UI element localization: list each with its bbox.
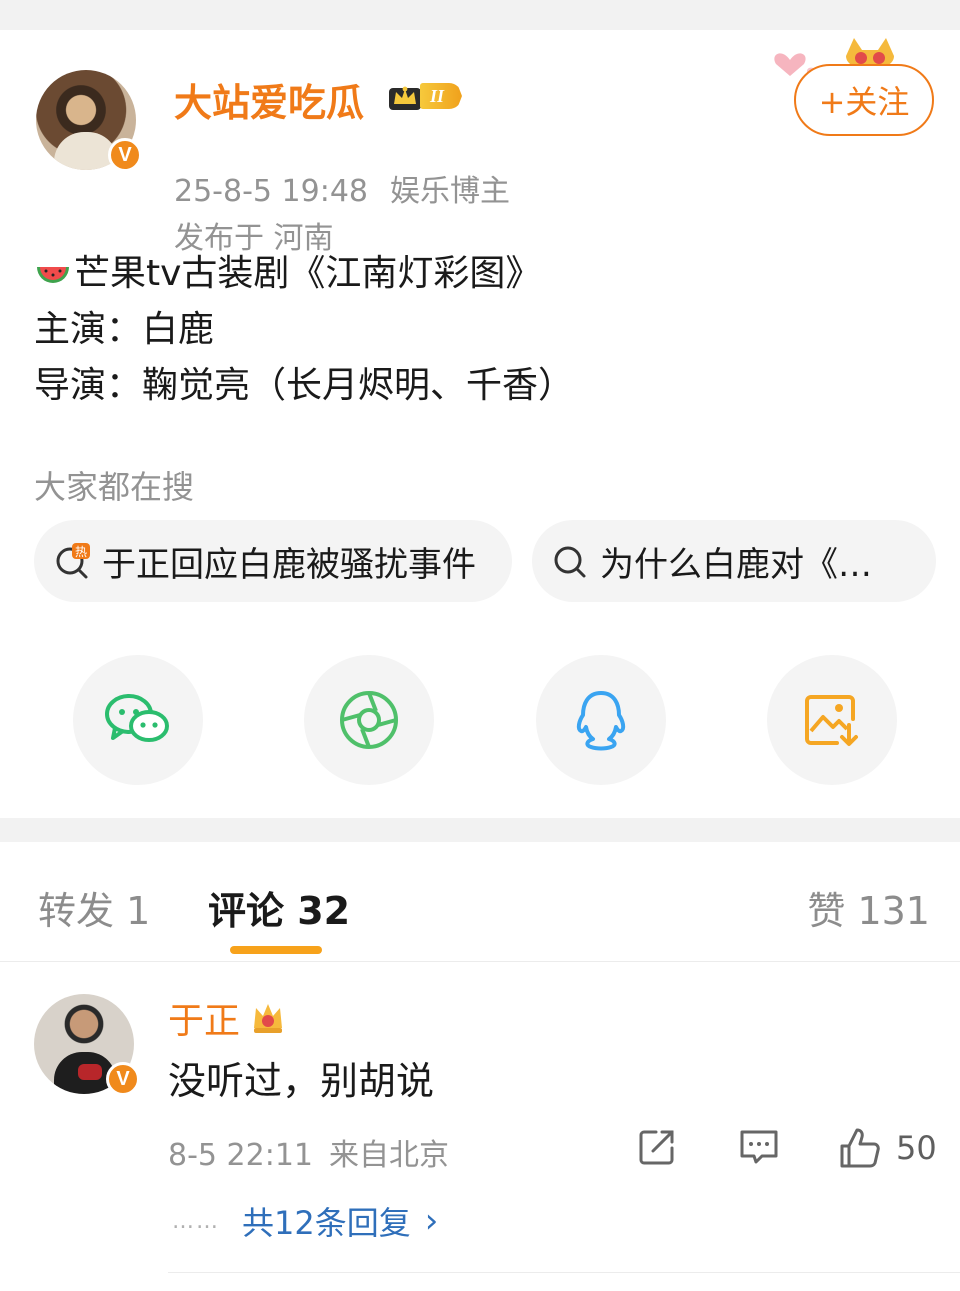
- post-card: V 大站爱吃瓜 II 25-8-5 19:48娱乐博主 发布于 河南 +关注: [0, 30, 960, 820]
- post-line-2: 主演：白鹿: [34, 309, 215, 350]
- save-image-button[interactable]: [767, 655, 897, 785]
- chip-label-2: 为什么白鹿对《…: [600, 544, 872, 585]
- follow-button[interactable]: +关注: [794, 64, 934, 136]
- tab-comment[interactable]: 评论 32: [208, 880, 350, 935]
- wechat-icon: [105, 694, 169, 742]
- trending-search-chip-1[interactable]: 热 于正回应白鹿被骚扰事件: [34, 520, 512, 602]
- share-row: [0, 655, 960, 785]
- search-icon: [554, 546, 586, 578]
- member-level-badge[interactable]: II: [386, 78, 463, 114]
- commenter-name-row: 于正: [168, 992, 288, 1044]
- author-avatar[interactable]: V: [36, 70, 142, 174]
- view-replies-link[interactable]: …… 共12条回复 ›: [172, 1198, 438, 1244]
- save-image-icon: [805, 695, 858, 746]
- chevron-right-icon: ›: [424, 1201, 439, 1241]
- chip-label-1: 于正回应白鹿被骚扰事件: [102, 544, 476, 585]
- tab-like[interactable]: 赞 131: [807, 880, 930, 935]
- post-meta: 25-8-5 19:48 娱乐博主: [174, 166, 532, 210]
- comment-item: V 于正 没听过，别胡说 8-5 22:11 来自北京 50 …… 共12条回复…: [0, 962, 960, 1291]
- commenter-name[interactable]: 于正: [168, 992, 240, 1044]
- verified-badge-icon: V: [108, 138, 142, 172]
- comment-reply-button[interactable]: [738, 1126, 780, 1168]
- replies-dots: ……: [172, 1208, 220, 1234]
- share-wechat-button[interactable]: [73, 655, 203, 785]
- post-text-1: 芒果tv古装剧《江南灯彩图》: [74, 253, 542, 294]
- hot-search-icon: 热: [56, 543, 90, 579]
- level-label: II: [420, 83, 463, 109]
- watermelon-icon: [37, 267, 69, 283]
- section-divider: [0, 818, 960, 842]
- comment-separator: [168, 1272, 960, 1273]
- moments-icon: [340, 691, 398, 749]
- post-line-1: 芒果tv古装剧《江南灯彩图》: [34, 246, 574, 302]
- active-tab-indicator: [230, 946, 322, 954]
- crown-icon: [389, 86, 421, 110]
- author-name[interactable]: 大站爱吃瓜: [174, 72, 364, 127]
- comment-like-count: 50: [896, 1129, 937, 1167]
- svg-text:热: 热: [75, 545, 87, 559]
- top-gap: [0, 0, 960, 30]
- comment-from: 来自北京: [329, 1138, 449, 1173]
- share-qq-button[interactable]: [536, 655, 666, 785]
- post-timestamp: 25-8-5 19:48: [174, 174, 368, 209]
- comment-repost-button[interactable]: [636, 1126, 678, 1168]
- author-role: 娱乐博主: [390, 174, 510, 209]
- replies-count-label: 共12条回复: [242, 1204, 411, 1242]
- follow-area: +关注: [766, 34, 946, 142]
- commenter-avatar[interactable]: V: [34, 994, 140, 1098]
- repost-icon: [639, 1130, 674, 1165]
- interaction-tabs: 转发 1 评论 32 赞 131: [0, 842, 960, 962]
- verified-badge-icon: V: [106, 1062, 140, 1096]
- comment-meta: 8-5 22:11 来自北京: [168, 1130, 465, 1174]
- post-body: 芒果tv古装剧《江南灯彩图》 主演：白鹿 导演：鞠觉亮（长月烬明、千香）: [34, 246, 574, 414]
- crown-badge-icon: [254, 1004, 283, 1033]
- comment-text: 没听过，别胡说: [168, 1059, 435, 1103]
- thumbs-up-icon: [840, 1128, 880, 1168]
- trending-search-chip-2[interactable]: 为什么白鹿对《…: [532, 520, 936, 602]
- qq-icon: [576, 691, 626, 751]
- reply-icon: [740, 1130, 778, 1164]
- comment-time: 8-5 22:11: [168, 1138, 313, 1173]
- share-moments-button[interactable]: [304, 655, 434, 785]
- trending-search-title: 大家都在搜: [34, 468, 195, 506]
- tab-repost[interactable]: 转发 1: [38, 880, 150, 935]
- post-line-3: 导演：鞠觉亮（长月烬明、千香）: [34, 365, 575, 406]
- comment-like-button[interactable]: 50: [838, 1126, 937, 1170]
